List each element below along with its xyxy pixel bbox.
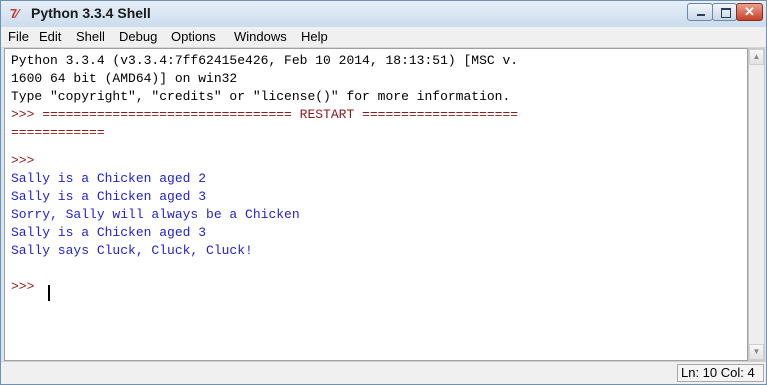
title-bar[interactable]: 7⁄ Python 3.3.4 Shell ✕ <box>1 1 766 27</box>
menu-edit[interactable]: Edit <box>39 29 61 44</box>
shell-line: Python 3.3.4 (v3.3.4:7ff62415e426, Feb 1… <box>11 53 519 68</box>
output-line: Sally is a Chicken aged 3 <box>11 225 207 240</box>
menu-debug[interactable]: Debug <box>119 29 157 44</box>
cursor-position: Ln: 10 Col: 4 <box>677 364 764 382</box>
menu-windows[interactable]: Windows <box>234 29 287 44</box>
close-button[interactable]: ✕ <box>736 3 763 21</box>
text-caret <box>48 285 50 301</box>
output-line: Sally is a Chicken aged 3 <box>11 189 207 204</box>
maximize-icon <box>713 4 736 20</box>
shell-output-area[interactable]: Python 3.3.4 (v3.3.4:7ff62415e426, Feb 1… <box>4 48 748 361</box>
output-line: Sally is a Chicken aged 2 <box>11 171 207 186</box>
idle-shell-window: 7⁄ Python 3.3.4 Shell ✕ File Edit Shell … <box>0 0 767 385</box>
maximize-button[interactable] <box>712 3 737 21</box>
python-app-icon: 7⁄ <box>10 6 18 21</box>
menu-options[interactable]: Options <box>171 29 216 44</box>
window-title: Python 3.3.4 Shell <box>31 5 151 21</box>
input-prompt[interactable]: >>> <box>11 278 42 296</box>
minimize-icon <box>688 4 712 20</box>
prompt-line: >>> <box>11 153 35 168</box>
status-bar: Ln: 10 Col: 4 <box>1 361 766 384</box>
shell-line: 1600 64 bit (AMD64)] on win32 <box>11 71 238 86</box>
minimize-button[interactable] <box>687 3 713 21</box>
shell-line: Type "copyright", "credits" or "license(… <box>11 89 511 104</box>
menu-file[interactable]: File <box>8 29 29 44</box>
close-icon: ✕ <box>744 4 755 19</box>
scroll-up-button[interactable]: ▲ <box>749 49 764 65</box>
menu-shell[interactable]: Shell <box>76 29 105 44</box>
restart-line-cont: ============ <box>11 125 105 140</box>
output-line: Sorry, Sally will always be a Chicken <box>11 207 300 222</box>
vertical-scrollbar[interactable]: ▲ ▼ <box>748 48 765 361</box>
scroll-down-button[interactable]: ▼ <box>749 344 764 360</box>
restart-line: >>> ================================ RES… <box>11 107 519 122</box>
menu-help[interactable]: Help <box>301 29 328 44</box>
menu-bar: File Edit Shell Debug Options Windows He… <box>1 27 766 48</box>
output-line: Sally says Cluck, Cluck, Cluck! <box>11 243 253 258</box>
